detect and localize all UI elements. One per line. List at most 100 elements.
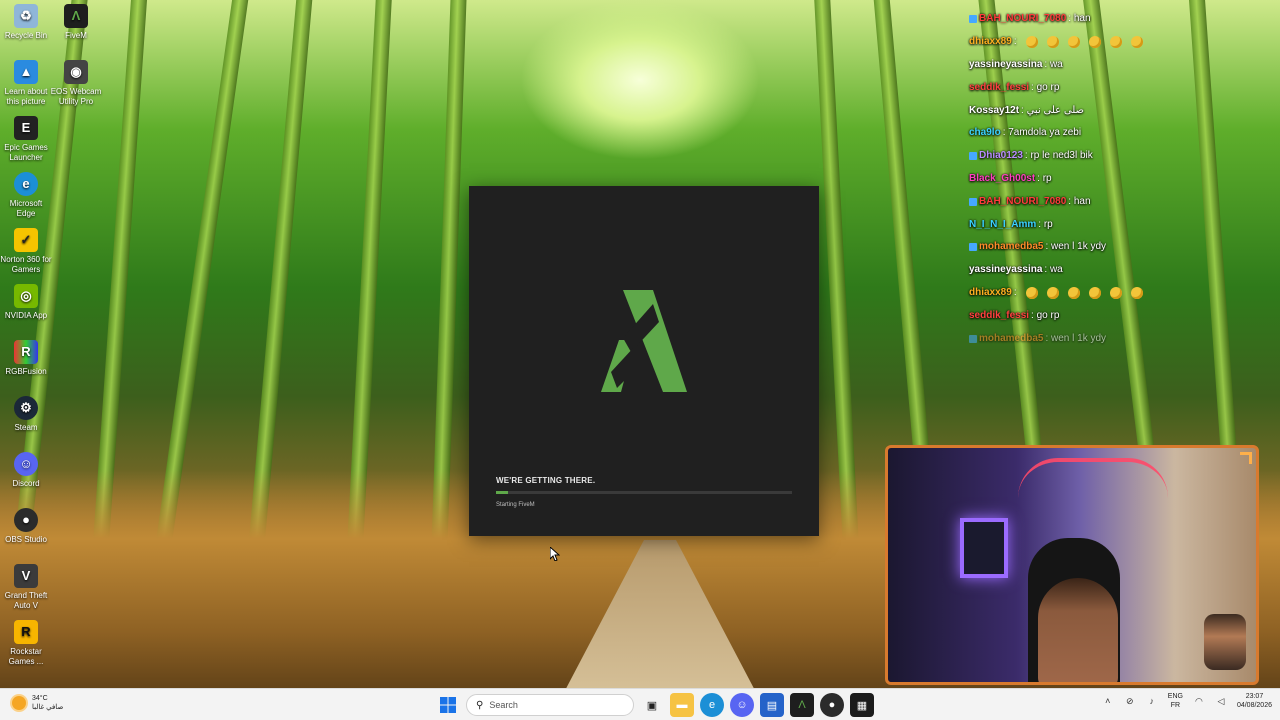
task-view-icon: ▣ — [646, 699, 658, 712]
loading-progress-bar — [496, 491, 792, 494]
wall-poster — [960, 518, 1008, 578]
chat-message: Dhia0123 : rp le ned3l bik — [969, 145, 1269, 168]
network-off-icon[interactable]: ⊘ — [1124, 695, 1136, 707]
loading-progress-fill — [496, 491, 508, 494]
chat-username[interactable]: dhiaxx89 — [969, 282, 1012, 304]
taskbar-center: ⚲ Search ▣ ▬ e ☺ ▤ Λ ● ▦ — [436, 693, 874, 717]
chat-username[interactable]: seddik_fessi — [969, 77, 1029, 99]
emote-icon — [1025, 286, 1038, 299]
chat-message: mohamedba5 : wen l 1k ydy — [969, 236, 1269, 259]
chat-badge-icon — [969, 197, 977, 206]
chat-text: : go rp — [1031, 309, 1060, 321]
chat-username[interactable]: Black_Gh00st — [969, 168, 1035, 190]
chat-message: BAH_NOURI_7080 : han — [969, 8, 1269, 31]
desktop-icon-gta[interactable]: V Grand Theft Auto V — [0, 564, 52, 611]
rockstar-icon: R — [14, 620, 38, 644]
language-indicator[interactable]: ENG FR — [1168, 692, 1183, 710]
chat-text: : — [1013, 286, 1017, 298]
desktop-icon-rgbfusion[interactable]: R RGBFusion — [0, 340, 52, 377]
desktop-icon-obs[interactable]: ● OBS Studio — [0, 508, 52, 545]
terminal-taskbar-button[interactable]: ▦ — [850, 693, 874, 717]
emote-icon — [1067, 286, 1080, 299]
chat-message: cha9lo : 7amdola ya zebi — [969, 122, 1269, 145]
emote-icon — [1046, 286, 1059, 299]
desktop-icon-eos-webcam[interactable]: ◉ EOS Webcam Utility Pro — [50, 60, 102, 107]
webcam-overlay — [885, 445, 1259, 685]
emote-icon — [1088, 36, 1101, 49]
chat-username[interactable]: Dhia0123 — [979, 145, 1023, 167]
file-explorer-button[interactable]: ▬ — [670, 693, 694, 717]
chat-username[interactable]: mohamedba5 — [979, 236, 1043, 258]
desktop-icon-rockstar[interactable]: R Rockstar Games ... — [0, 620, 52, 667]
chat-username[interactable]: cha9lo — [969, 122, 1001, 144]
chat-text: : wa — [1044, 264, 1063, 276]
weather-widget[interactable]: 34°C صافي غالبا — [12, 694, 63, 712]
weather-sun-icon — [12, 696, 26, 710]
edge-taskbar-button[interactable]: e — [700, 693, 724, 717]
obs-icon: ● — [828, 699, 836, 711]
chat-text: : han — [1068, 195, 1091, 207]
folder-icon: ▬ — [676, 699, 688, 711]
chat-username[interactable]: yassineyassina — [969, 259, 1042, 281]
chat-text: : rp — [1038, 218, 1053, 230]
task-view-button[interactable]: ▣ — [640, 693, 664, 717]
volume-icon[interactable]: ◁ — [1215, 695, 1227, 707]
emote-icon — [1109, 36, 1122, 49]
webcam-icon: ◉ — [64, 60, 88, 84]
learn-picture-icon: ▲ — [14, 60, 38, 84]
store-icon: ▤ — [766, 699, 778, 712]
chat-message: dhiaxx89 : — [969, 31, 1269, 54]
search-icon: ⚲ — [476, 699, 484, 711]
chat-badge-icon — [969, 152, 977, 161]
desktop-icon-fivem[interactable]: Λ FiveM — [50, 4, 102, 41]
chat-text: : wen l 1k ydy — [1045, 241, 1107, 253]
weather-text: صافي غالبا — [32, 704, 64, 711]
chat-username[interactable]: seddik_fessi — [969, 305, 1029, 327]
chat-username[interactable]: Kossay12t — [969, 100, 1019, 122]
desktop-icon-nvidia[interactable]: ◎ NVIDIA App — [0, 284, 52, 321]
chat-message: BAH_NOURI_7080 : han — [969, 190, 1269, 213]
clock[interactable]: 23:07 04/08/2026 — [1237, 692, 1272, 710]
chat-message: dhiaxx89 : — [969, 282, 1269, 305]
edge-icon: e — [14, 172, 38, 196]
desktop-icon-norton[interactable]: ✓ Norton 360 for Gamers — [0, 228, 52, 275]
chat-badge-icon — [969, 334, 977, 343]
chat-text: : go rp — [1031, 81, 1060, 93]
desktop-icon-steam[interactable]: ⚙ Steam — [0, 396, 52, 433]
rgb-fusion-icon: R — [14, 340, 38, 364]
desktop-icon-edge[interactable]: e Microsoft Edge — [0, 172, 52, 219]
neon-sign — [1018, 458, 1168, 518]
chevron-up-icon[interactable]: ˄ — [1102, 695, 1114, 707]
fivem-logo-icon — [601, 290, 687, 392]
chat-username[interactable]: dhiaxx89 — [969, 31, 1012, 53]
chat-text: : صلى على نبي — [1021, 104, 1085, 116]
chat-text: : han — [1068, 13, 1091, 25]
chat-username[interactable]: N_I_N_I_Amm — [969, 214, 1036, 236]
microphone-icon[interactable]: ♪ — [1146, 695, 1158, 707]
mouse-cursor-icon — [550, 547, 560, 561]
fivem-taskbar-button[interactable]: Λ — [790, 693, 814, 717]
start-button[interactable] — [436, 693, 460, 717]
desktop-icon-discord[interactable]: ☺ Discord — [0, 452, 52, 489]
desktop-icon-learn-picture[interactable]: ▲ Learn about this picture — [0, 60, 52, 107]
discord-taskbar-button[interactable]: ☺ — [730, 693, 754, 717]
chat-message: Black_Gh00st : rp — [969, 168, 1269, 191]
wallpaper-sky — [520, 0, 760, 160]
chat-username[interactable]: yassineyassina — [969, 54, 1042, 76]
loading-status: Starting FiveM — [496, 502, 535, 508]
chat-username[interactable]: mohamedba5 — [979, 328, 1043, 350]
wifi-icon[interactable]: ◠ — [1193, 695, 1205, 707]
chat-username[interactable]: BAH_NOURI_7080 — [979, 191, 1066, 213]
emote-icon — [1067, 36, 1080, 49]
desktop-icon-epic-games[interactable]: E Epic Games Launcher — [0, 116, 52, 163]
chat-username[interactable]: BAH_NOURI_7080 — [979, 8, 1066, 30]
taskbar-search[interactable]: ⚲ Search — [466, 694, 634, 716]
store-taskbar-button[interactable]: ▤ — [760, 693, 784, 717]
obs-taskbar-button[interactable]: ● — [820, 693, 844, 717]
obs-icon: ● — [14, 508, 38, 532]
desktop-icon-recycle-bin[interactable]: ♻ Recycle Bin — [0, 4, 52, 41]
gta-icon: V — [14, 564, 38, 588]
emote-icon — [1088, 286, 1101, 299]
stream-chat-overlay: BAH_NOURI_7080 : han dhiaxx89 : yassineyas… — [969, 8, 1269, 350]
chat-text: : wa — [1044, 58, 1063, 70]
